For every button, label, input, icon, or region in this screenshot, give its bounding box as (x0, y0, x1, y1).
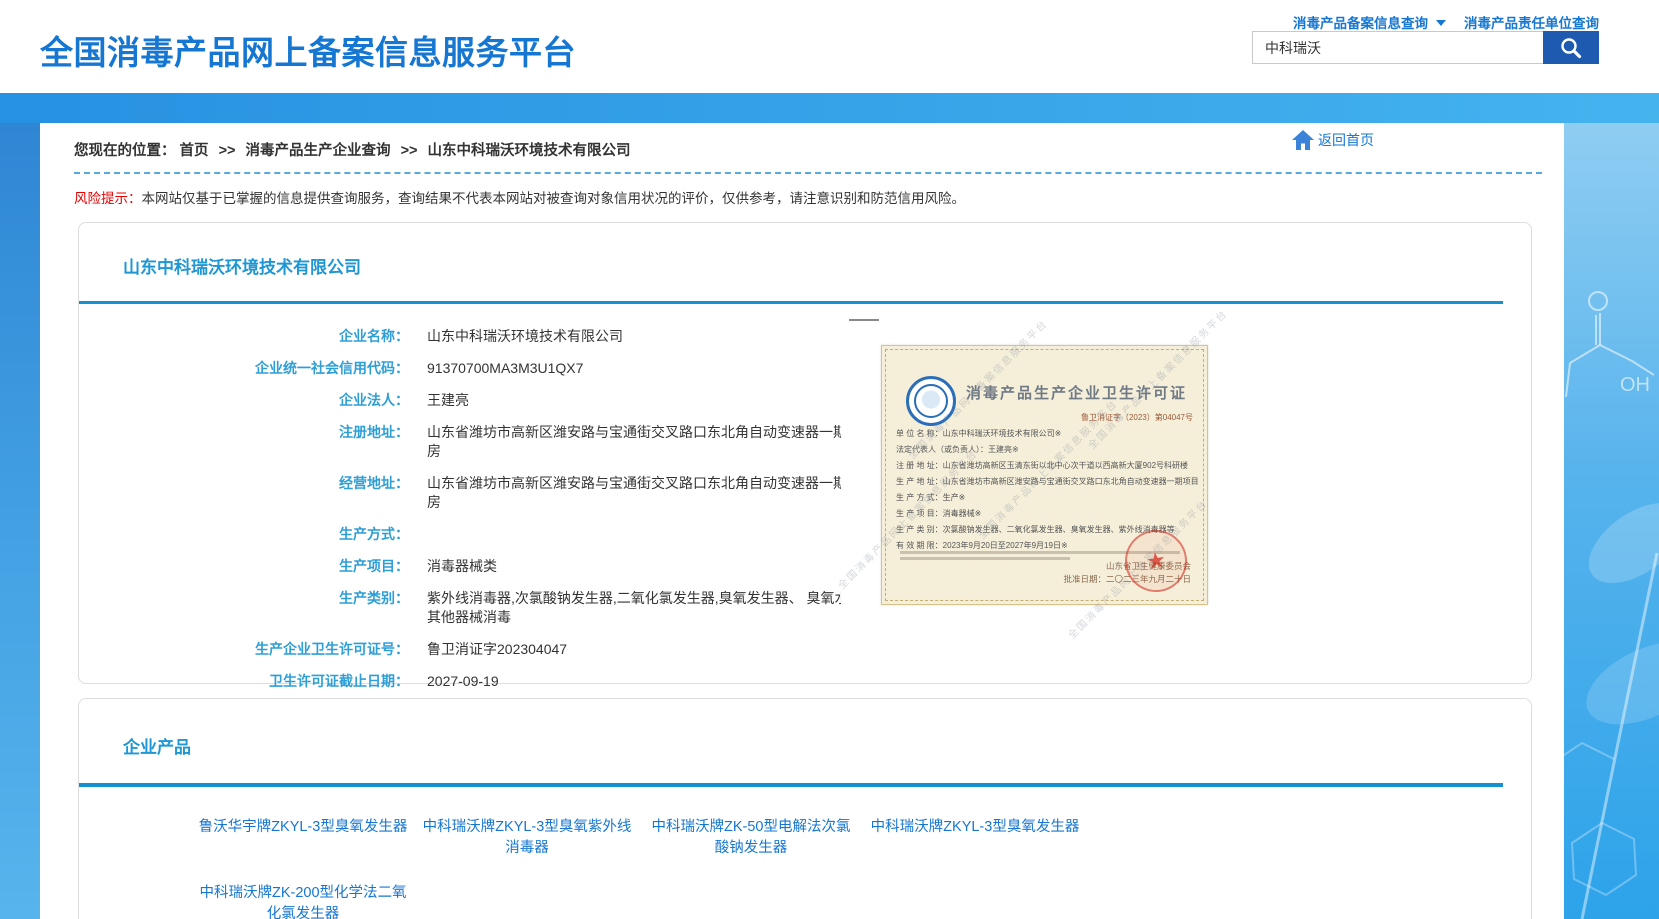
breadcrumb: 您现在的位置： 首页 >> 消毒产品生产企业查询 >> 山东中科瑞沃环境技术有限… (74, 139, 631, 160)
nav-link-responsible-unit-query[interactable]: 消毒产品责任单位查询 (1464, 12, 1599, 32)
field-value: 山东省潍坊市高新区潍安路与宝通街交叉路口东北角自动变速器一期项目1#厂房 (427, 474, 905, 512)
certificate-line: 生 产 地 址：山东省潍坊市高新区潍安路与宝通街交叉路口东北角自动变速器一期项目… (896, 476, 1199, 487)
field-row-legal-person: 企业法人： 王建亮 (79, 391, 959, 410)
search-input[interactable] (1252, 31, 1543, 64)
field-row-production-mode: 生产方式： (79, 525, 959, 544)
home-icon (1291, 129, 1315, 151)
field-row-production-category: 生产类别： 紫外线消毒器,次氯酸钠发生器,二氧化氯发生器,臭氧发生器、 臭氧水发… (79, 589, 959, 627)
field-row-registered-address: 注册地址： 山东省潍坊市高新区潍安路与宝通街交叉路口东北角自动变速器一期项目1#… (79, 423, 959, 461)
field-value: 山东省潍坊市高新区潍安路与宝通街交叉路口东北角自动变速器一期项目1#厂房 (427, 423, 905, 461)
certificate-fine-print (900, 557, 1070, 560)
certificate-title: 消毒产品生产企业卫生许可证 (966, 382, 1187, 403)
certificate-line: 单 位 名 称：山东中科瑞沃环境技术有限公司※ (896, 428, 1199, 439)
field-label: 卫生许可证截止日期： (79, 672, 409, 691)
content-container: 您现在的位置： 首页 >> 消毒产品生产企业查询 >> 山东中科瑞沃环境技术有限… (40, 123, 1564, 919)
certificate-number: 鲁卫消证字（2023）第04047号 (1081, 412, 1193, 423)
certificate-line: 法定代表人（或负责人）：王建亮※ (896, 444, 1199, 455)
breadcrumb-prefix: 您现在的位置： (74, 143, 176, 159)
field-row-business-address: 经营地址： 山东省潍坊市高新区潍安路与宝通街交叉路口东北角自动变速器一期项目1#… (79, 474, 959, 512)
field-value: 91370700MA3M3U1QX7 (427, 359, 905, 378)
product-list: 鲁沃华宇牌ZKYL-3型臭氧发生器 中科瑞沃牌ZKYL-3型臭氧紫外线消毒器 中… (197, 817, 1257, 919)
certificate-line: 生 产 方 式：生产※ (896, 492, 1199, 503)
certificate-emblem-icon (906, 376, 956, 426)
breadcrumb-separator: >> (401, 143, 418, 159)
breadcrumb-enterprise-query[interactable]: 消毒产品生产企业查询 (246, 143, 391, 159)
breadcrumb-current: 山东中科瑞沃环境技术有限公司 (428, 143, 631, 159)
company-fields: 企业名称： 山东中科瑞沃环境技术有限公司 企业统一社会信用代码： 9137070… (79, 327, 959, 704)
field-value: 王建亮 (427, 391, 905, 410)
search-button[interactable] (1543, 31, 1599, 64)
certificate-document: 消毒产品生产企业卫生许可证 鲁卫消证字（2023）第04047号 单 位 名 称… (881, 345, 1208, 605)
search-bar (1252, 31, 1599, 64)
card-title-rule (79, 301, 1503, 304)
field-label: 生产类别： (79, 589, 409, 627)
risk-notice-label: 风险提示： (74, 191, 142, 206)
field-value: 紫外线消毒器,次氯酸钠发生器,二氧化氯发生器,臭氧发生器、 臭氧水发生器,其他器… (427, 589, 905, 627)
field-row-production-project: 生产项目： 消毒器械类 (79, 557, 959, 576)
risk-notice: 风险提示：本网站仅基于已掌握的信息提供查询服务，查询结果不代表本网站对被查询对象… (74, 187, 965, 207)
certificate-image: 消毒产品生产企业卫生许可证 鲁卫消证字（2023）第04047号 单 位 名 称… (841, 311, 1236, 621)
risk-notice-text: 本网站仅基于已掌握的信息提供查询服务，查询结果不代表本网站对被查询对象信用状况的… (142, 191, 966, 206)
field-value: 山东中科瑞沃环境技术有限公司 (427, 327, 905, 346)
company-card-title: 山东中科瑞沃环境技术有限公司 (123, 253, 361, 278)
field-value: 2027-09-19 (427, 672, 905, 691)
product-link[interactable]: 中科瑞沃牌ZKYL-3型臭氧发生器 (869, 817, 1081, 859)
field-label: 企业法人： (79, 391, 409, 410)
breadcrumb-separator: >> (219, 143, 236, 159)
svg-text:OH: OH (1620, 374, 1650, 396)
field-label: 企业名称： (79, 327, 409, 346)
product-link[interactable]: 中科瑞沃牌ZK-50型电解法次氯酸钠发生器 (645, 817, 857, 859)
products-card-title: 企业产品 (123, 733, 191, 758)
background-decoration: OH (1562, 123, 1659, 919)
field-row-company-name: 企业名称： 山东中科瑞沃环境技术有限公司 (79, 327, 959, 346)
field-value (427, 525, 905, 544)
product-link[interactable]: 中科瑞沃牌ZK-200型化学法二氧化氯发生器 (197, 883, 409, 919)
card-title-rule (79, 783, 1503, 787)
back-home-link[interactable]: 返回首页 (1291, 129, 1374, 151)
field-row-license-expiry: 卫生许可证截止日期： 2027-09-19 (79, 672, 959, 691)
site-header: 全国消毒产品网上备案信息服务平台 消毒产品备案信息查询 消毒产品责任单位查询 (0, 0, 1659, 93)
page: 全国消毒产品网上备案信息服务平台 消毒产品备案信息查询 消毒产品责任单位查询 (0, 0, 1659, 919)
field-row-license-number: 生产企业卫生许可证号： 鲁卫消证字202304047 (79, 640, 959, 659)
field-value: 消毒器械类 (427, 557, 905, 576)
dashed-divider (74, 172, 1542, 174)
content-background: OH 您现在的位置： 首页 >> 消毒产品生产企业查询 >> 山东中科瑞沃环境技… (0, 123, 1659, 919)
back-home-label: 返回首页 (1318, 130, 1374, 150)
company-info-card: 山东中科瑞沃环境技术有限公司 企业名称： 山东中科瑞沃环境技术有限公司 企业统一… (78, 222, 1532, 684)
molecule-illustration: OH (1562, 123, 1659, 919)
certificate-line: 注 册 地 址：山东省潍坊高新区玉清东街以北中心次干道以西高新大厦902号科研楼 (896, 460, 1199, 471)
product-link[interactable]: 中科瑞沃牌ZKYL-3型臭氧紫外线消毒器 (421, 817, 633, 859)
field-label: 生产企业卫生许可证号： (79, 640, 409, 659)
field-label: 生产项目： (79, 557, 409, 576)
field-label: 企业统一社会信用代码： (79, 359, 409, 378)
site-title: 全国消毒产品网上备案信息服务平台 (40, 26, 576, 74)
search-icon (1558, 35, 1584, 61)
field-row-credit-code: 企业统一社会信用代码： 91370700MA3M3U1QX7 (79, 359, 959, 378)
field-label: 注册地址： (79, 423, 409, 461)
products-card: 企业产品 鲁沃华宇牌ZKYL-3型臭氧发生器 中科瑞沃牌ZKYL-3型臭氧紫外线… (78, 698, 1532, 919)
product-link[interactable]: 鲁沃华宇牌ZKYL-3型臭氧发生器 (197, 817, 409, 859)
field-label: 生产方式： (79, 525, 409, 544)
chevron-down-icon[interactable] (1436, 20, 1446, 26)
breadcrumb-home[interactable]: 首页 (180, 143, 209, 159)
top-nav: 消毒产品备案信息查询 消毒产品责任单位查询 (1293, 12, 1599, 32)
scan-artifact-dash (849, 319, 879, 321)
header-divider-bar (0, 93, 1659, 123)
field-value: 鲁卫消证字202304047 (427, 640, 905, 659)
field-label: 经营地址： (79, 474, 409, 512)
certificate-line: 生 产 项 目：消毒器械※ (896, 508, 1199, 519)
nav-link-record-info-query[interactable]: 消毒产品备案信息查询 (1293, 12, 1428, 32)
